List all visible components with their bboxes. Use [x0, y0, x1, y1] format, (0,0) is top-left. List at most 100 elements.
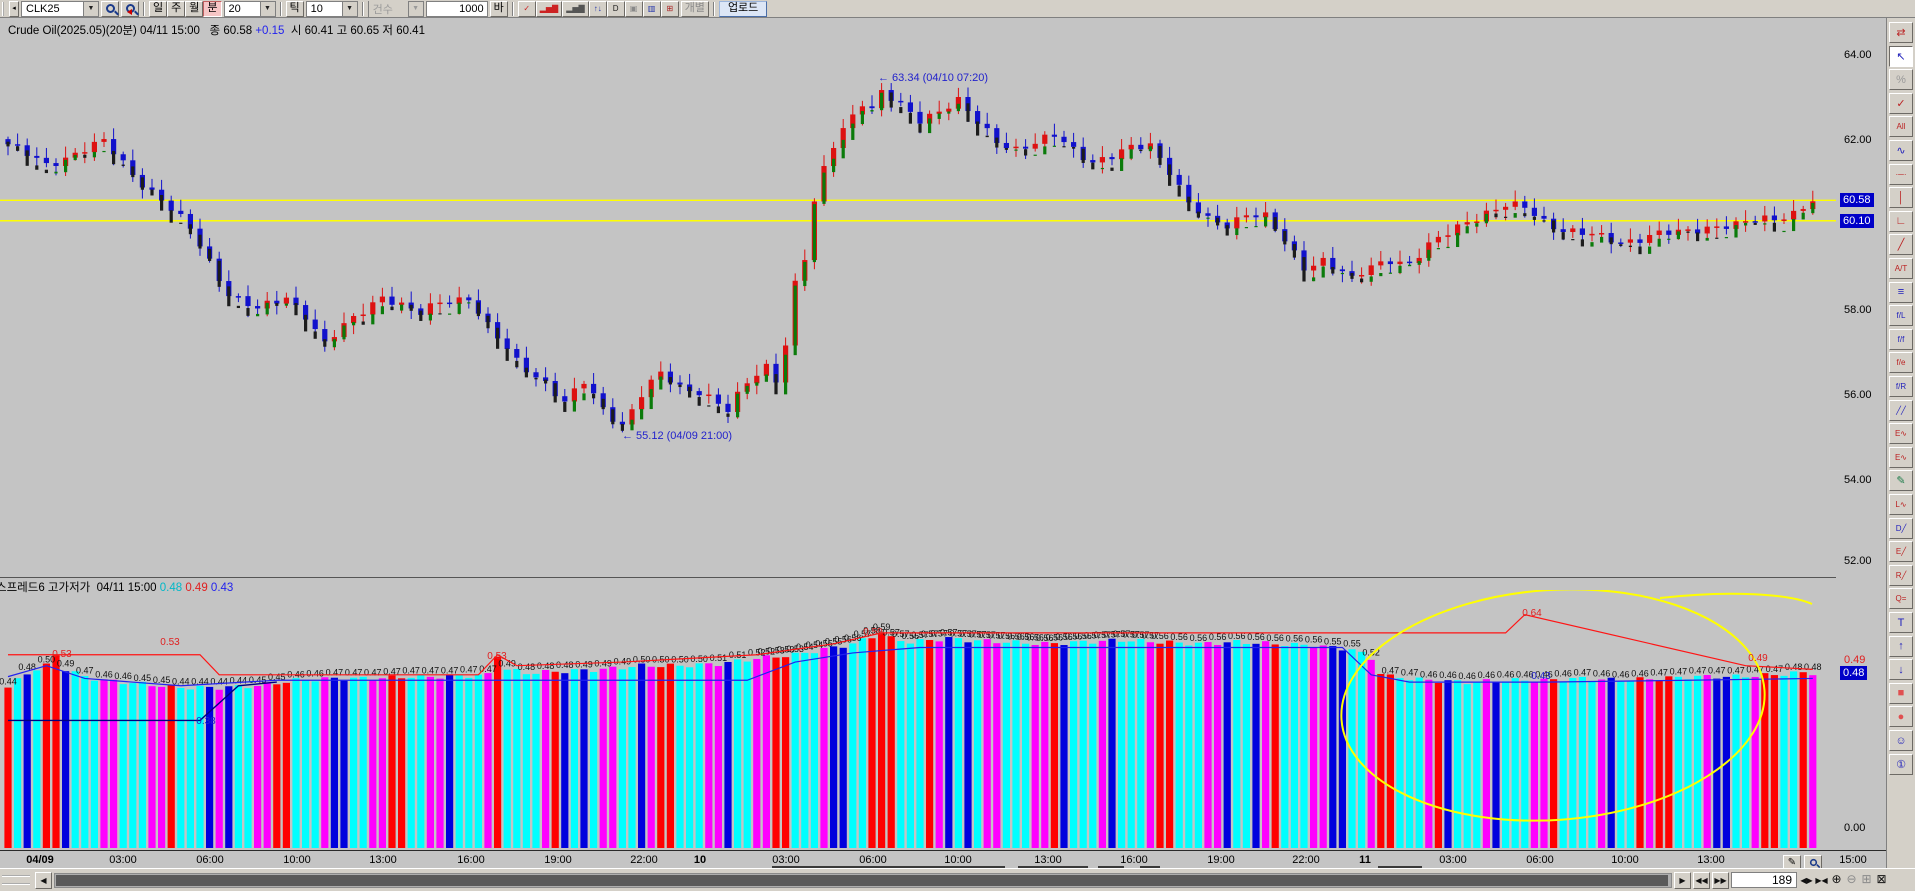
angle-line-tool[interactable]: ∟: [1889, 211, 1913, 232]
fib-range-tool[interactable]: f/R: [1889, 376, 1913, 397]
fib-retracement-tool[interactable]: ≡: [1889, 282, 1913, 303]
overlay-candle-body: [707, 405, 710, 406]
quote-note-tool[interactable]: Q=: [1889, 588, 1913, 609]
scroll-right-icon[interactable]: ▶: [1674, 872, 1691, 889]
candle-body: [1647, 235, 1652, 243]
spread-bar: [1214, 645, 1221, 848]
tick-button[interactable]: 틱: [286, 1, 304, 17]
expand-bars-icon[interactable]: ◀▶: [1799, 872, 1814, 889]
erase-one-tool[interactable]: ✓: [1889, 93, 1913, 114]
pattern-r-tool[interactable]: R╱: [1889, 565, 1913, 586]
fib-timezone-tool[interactable]: f/L: [1889, 305, 1913, 326]
overlay-candle-body: [1053, 146, 1056, 147]
toolbar-collapse-icon[interactable]: ◂: [9, 1, 19, 17]
magnifier-icon[interactable]: [1804, 855, 1822, 869]
candle-body: [53, 163, 58, 166]
diagonal-line-tool[interactable]: ╱: [1889, 234, 1913, 255]
upload-button[interactable]: 업로드: [719, 1, 767, 17]
square-marker-tool[interactable]: ■: [1889, 683, 1913, 704]
zoom-in-circle-icon[interactable]: ⊕: [1829, 871, 1844, 888]
bars-count-input[interactable]: 1000: [426, 1, 488, 17]
overlay-candle-body: [947, 111, 950, 113]
spread-bar: [1108, 639, 1115, 848]
spread-bar: [1665, 676, 1672, 848]
updown-arrows-icon[interactable]: ↑↓: [589, 1, 607, 17]
spread-bar: [916, 639, 923, 848]
line-wave-tool[interactable]: L∿: [1889, 494, 1913, 515]
spread-bar: [744, 662, 751, 848]
grid-red-icon[interactable]: ⊞: [661, 1, 679, 17]
erase-all-tool[interactable]: All: [1889, 116, 1913, 137]
fib-fan-tool[interactable]: f/e: [1889, 352, 1913, 373]
candle-body: [1561, 229, 1566, 232]
capture-gray-icon[interactable]: ▣: [625, 1, 643, 17]
arrow-down-tool[interactable]: ↓: [1889, 659, 1913, 680]
search-button[interactable]: [101, 1, 119, 17]
scroll-left-icon[interactable]: ◀: [35, 872, 52, 889]
toolbar-grip[interactable]: [2, 2, 7, 16]
symbol-combo[interactable]: CLK25 ▼: [21, 1, 99, 17]
chart-scrollbar[interactable]: [54, 873, 1672, 888]
candle-body: [1100, 157, 1105, 162]
zigzag-chart-tool[interactable]: ∿: [1889, 140, 1913, 161]
elliott-wave-up-tool[interactable]: E∿: [1889, 423, 1913, 444]
chevron-down-icon[interactable]: ▼: [342, 2, 357, 16]
pattern-e-tool[interactable]: E╱: [1889, 541, 1913, 562]
overlay-candle-body: [1360, 279, 1363, 283]
candle-body: [1791, 211, 1796, 220]
price-axis-label: 56.00: [1844, 389, 1872, 401]
highlighter-tool[interactable]: ✎: [1889, 470, 1913, 491]
fib-curve-tool[interactable]: f/f: [1889, 329, 1913, 350]
tick-count-combo[interactable]: 10 ▼: [306, 1, 358, 17]
period-count-combo[interactable]: 20 ▼: [224, 1, 276, 17]
candle-body: [1724, 226, 1729, 228]
text-line-tool[interactable]: A/T: [1889, 258, 1913, 279]
candle-body: [1657, 231, 1662, 235]
time-axis[interactable]: 04/0903:0006:0010:0013:0016:0019:0022:00…: [0, 850, 1886, 868]
candle-body: [937, 112, 942, 114]
candle-body: [677, 383, 682, 385]
candle-check-icon[interactable]: ✓: [518, 1, 536, 17]
elliott-wave-down-tool[interactable]: E∿: [1889, 447, 1913, 468]
pointer-tool[interactable]: ↖: [1889, 46, 1913, 67]
candle-doc-icon[interactable]: ▥: [643, 1, 661, 17]
bars-button[interactable]: 바: [490, 1, 508, 17]
candle-compare-tool[interactable]: ⇄: [1889, 22, 1913, 43]
number-marker-tool[interactable]: ①: [1889, 754, 1913, 775]
bar-count-input[interactable]: 189: [1731, 872, 1797, 888]
percent-line-tool[interactable]: %: [1889, 69, 1913, 90]
pencil-icon[interactable]: ✎: [1783, 855, 1801, 869]
search-back-button[interactable]: [121, 1, 139, 17]
spread-bar: [897, 641, 904, 848]
chevron-down-icon[interactable]: ▼: [260, 2, 275, 16]
scrollbar-thumb[interactable]: [56, 875, 1668, 886]
overlay-candle-body: [582, 393, 585, 400]
price-axis[interactable]: 64.0062.0058.0056.0054.0052.0060.5860.10…: [1836, 18, 1886, 868]
volume-red-icon[interactable]: ▂▅▇: [536, 1, 562, 17]
pattern-d-tool[interactable]: D╱: [1889, 518, 1913, 539]
page-left-button[interactable]: ◀◀: [1693, 872, 1710, 889]
spread-bar: [868, 638, 875, 848]
text-tool[interactable]: T: [1889, 612, 1913, 633]
volume-gray-icon[interactable]: ▂▅▇: [562, 1, 588, 17]
trendline-tool[interactable]: ·─·: [1889, 164, 1913, 185]
statusbar-grip[interactable]: [2, 875, 30, 885]
period-button-일[interactable]: 일: [149, 1, 167, 17]
chevron-down-icon[interactable]: ▼: [83, 2, 98, 16]
page-right-button[interactable]: ▶▶: [1712, 872, 1729, 889]
period-button-월[interactable]: 월: [185, 1, 203, 17]
doc-d-icon[interactable]: D: [607, 1, 625, 17]
parallel-lines-tool[interactable]: ╱╱: [1889, 400, 1913, 421]
close-box-icon[interactable]: ⊠: [1874, 871, 1889, 888]
arrow-up-tool[interactable]: ↑: [1889, 636, 1913, 657]
smiley-marker-tool[interactable]: ☺: [1889, 730, 1913, 751]
indicator-chart-canvas[interactable]: 0.440.480.500.490.470.460.460.450.450.44…: [0, 590, 1836, 868]
spread-bar: [657, 667, 664, 848]
fit-bars-icon[interactable]: ▶◀: [1814, 872, 1829, 889]
circle-marker-tool[interactable]: ●: [1889, 706, 1913, 727]
overlay-candle-body: [1562, 232, 1565, 239]
period-button-주[interactable]: 주: [167, 1, 185, 17]
price-chart-canvas[interactable]: [0, 36, 1836, 575]
vertical-line-tool[interactable]: │: [1889, 187, 1913, 208]
period-button-분[interactable]: 분: [203, 1, 221, 17]
